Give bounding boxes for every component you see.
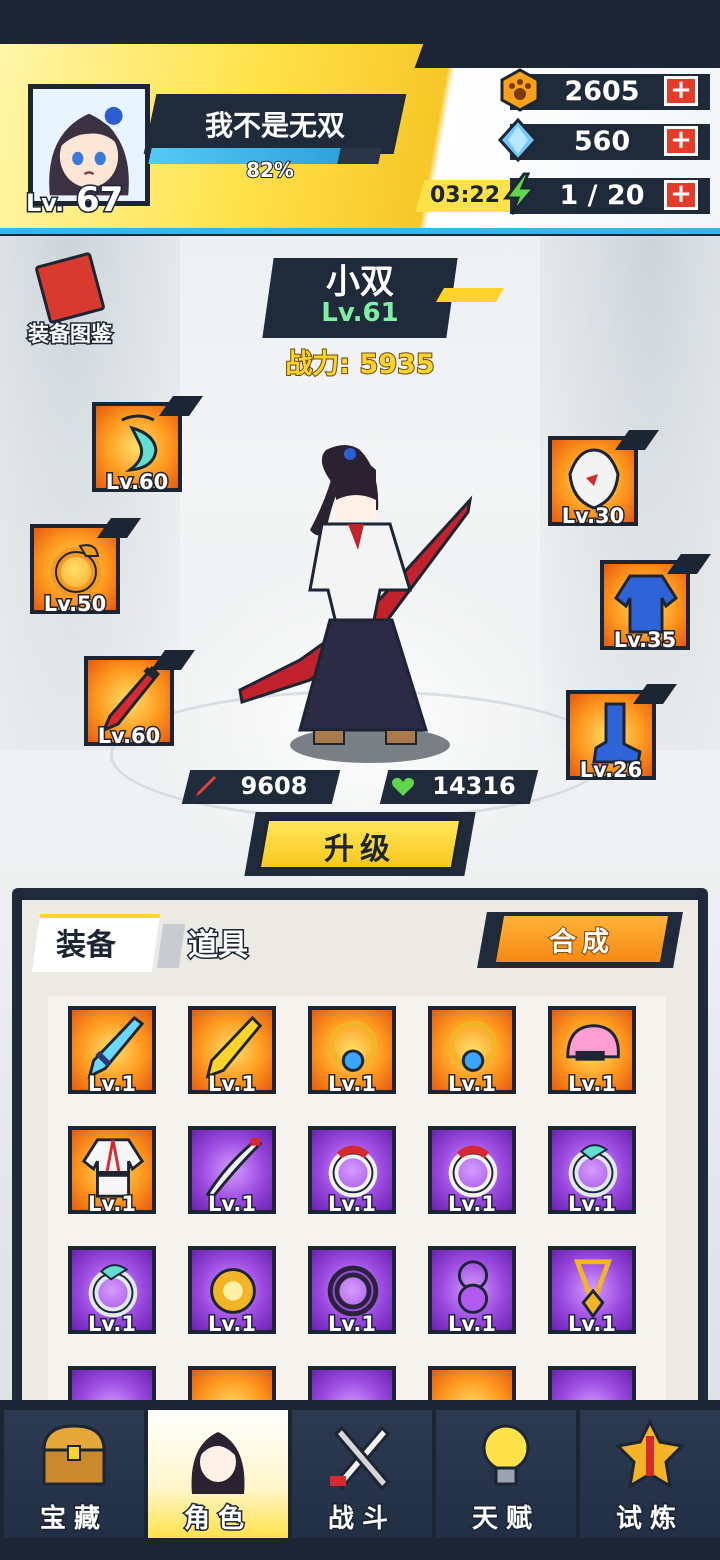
nav-light-bulb[interactable]: 天赋 — [436, 1410, 576, 1538]
nav-character[interactable]: 角色 — [148, 1410, 288, 1538]
energy-timer: 03:22 — [430, 183, 501, 208]
tab-items[interactable]: 道具 — [187, 920, 250, 965]
inventory-slot-level: Lv.1 — [567, 1191, 618, 1218]
combat-power-label: 战力: — [284, 348, 351, 381]
inventory-slot[interactable]: Lv.1 — [68, 1006, 156, 1098]
inventory-slot-level: Lv.1 — [207, 1191, 258, 1218]
inventory-slot-level: Lv.1 — [447, 1311, 498, 1338]
add-diamond-button[interactable]: + — [664, 126, 698, 156]
upgrade-button-label: 升级 — [324, 832, 396, 867]
codex-book-icon — [34, 251, 106, 325]
inventory-slot[interactable]: Lv.1 — [308, 1246, 396, 1338]
nav-label: 角色 — [182, 1503, 252, 1536]
tab-equipment-label: 装备 — [56, 928, 116, 963]
inventory-slot-level: Lv.1 — [207, 1071, 258, 1098]
add-paw-coin-button[interactable]: + — [664, 76, 698, 106]
equipped-armor-slot[interactable]: Lv.35 — [600, 554, 712, 654]
inventory-slot-level: Lv.1 — [447, 1071, 498, 1098]
character-icon — [191, 1432, 245, 1494]
inventory-grid[interactable]: Lv.1 Lv.1 Lv.1 Lv.1 Lv.1 Lv.1 Lv.1 Lv.1 Lv.1 Lv.1… — [48, 996, 666, 1416]
codex-label: 装备图鉴 — [27, 321, 114, 348]
inventory-slot[interactable]: Lv.1 — [548, 1246, 636, 1338]
lightning-icon — [503, 172, 538, 215]
combat-power-value: 5935 — [359, 348, 436, 381]
equipment-codex-button[interactable]: 装备图鉴 — [20, 251, 120, 348]
inventory-slot[interactable]: Lv.1 — [68, 1246, 156, 1338]
player-level: Lv. 67 — [24, 179, 124, 222]
header-accent — [414, 38, 720, 68]
inventory-slot[interactable]: Lv.1 — [188, 1006, 276, 1098]
inventory-slot-level: Lv.1 — [87, 1311, 138, 1338]
equipped-helmet-slot[interactable]: Lv.30 — [548, 430, 660, 530]
inventory-slot[interactable]: Lv.1 — [548, 1006, 636, 1098]
player-level-number: 67 — [74, 179, 124, 222]
hero-level: Lv.61 — [321, 298, 399, 328]
nav-label: 试炼 — [614, 1503, 684, 1536]
equipped-weapon-slot[interactable]: Lv.60 — [84, 650, 196, 750]
inventory-slot-level: Lv.1 — [327, 1071, 378, 1098]
player-name: 我不是无双 — [204, 109, 345, 142]
slot-level: Lv.30 — [560, 503, 626, 530]
nav-treasure-chest[interactable]: 宝藏 — [4, 1410, 144, 1538]
inventory-slot-level: Lv.1 — [567, 1071, 618, 1098]
add-energy-button[interactable]: + — [664, 180, 698, 210]
equipped-necklace-slot[interactable]: Lv.60 — [92, 396, 204, 496]
slot-level: Lv.35 — [612, 627, 678, 654]
inventory-slot[interactable]: Lv.1 — [428, 1126, 516, 1218]
nav-label: 天赋 — [470, 1503, 540, 1536]
nav-label: 宝藏 — [38, 1503, 108, 1536]
inventory-slot[interactable]: Lv.1 — [188, 1126, 276, 1218]
hero-character[interactable] — [230, 440, 490, 770]
inventory-slot-level: Lv.1 — [447, 1191, 498, 1218]
inventory-slot-level: Lv.1 — [327, 1311, 378, 1338]
inventory-slot-level: Lv.1 — [567, 1311, 618, 1338]
slot-level: Lv.50 — [42, 591, 108, 618]
inventory-slot[interactable]: Lv.1 — [308, 1006, 396, 1098]
paw-coin-value: 2605 — [564, 76, 640, 107]
attack-sword-icon — [196, 776, 216, 796]
inventory-slot[interactable]: Lv.1 — [548, 1126, 636, 1218]
inventory-slot[interactable]: Lv.1 — [308, 1126, 396, 1218]
inventory-slot-level: Lv.1 — [207, 1311, 258, 1338]
hero-name: 小双 — [325, 261, 395, 303]
nav-label: 战斗 — [326, 1503, 396, 1536]
trial-emblem-icon — [614, 1418, 686, 1489]
attack-value: 9608 — [240, 772, 308, 800]
exp-percent: 82% — [245, 157, 295, 183]
diamond-value: 560 — [573, 126, 631, 157]
light-bulb-icon — [482, 1424, 530, 1486]
hp-value: 14316 — [432, 772, 516, 800]
inventory-slot[interactable]: Lv.1 — [428, 1246, 516, 1338]
slot-level: Lv.60 — [104, 469, 170, 496]
equipped-boots-slot[interactable]: Lv.26 — [566, 684, 678, 784]
inventory-slot-level: Lv.1 — [87, 1191, 138, 1218]
heart-icon — [392, 777, 414, 796]
inventory-slot-level: Lv.1 — [87, 1071, 138, 1098]
slot-level: Lv.60 — [96, 723, 162, 750]
equipped-ring-slot[interactable]: Lv.50 — [30, 518, 142, 618]
compose-button-label: 合成 — [548, 926, 615, 959]
slot-level: Lv.26 — [578, 757, 644, 784]
combat-power: 战力: 5935 — [270, 342, 450, 381]
diamond-icon — [497, 118, 539, 162]
treasure-chest-icon — [42, 1424, 106, 1486]
nav-crossed-swords[interactable]: 战斗 — [292, 1410, 432, 1538]
inventory-slot-level: Lv.1 — [327, 1191, 378, 1218]
nav-trial-emblem[interactable]: 试炼 — [580, 1410, 720, 1538]
energy-value: 1 / 20 — [559, 180, 645, 211]
crossed-swords-icon — [330, 1425, 391, 1491]
player-level-prefix: Lv. — [24, 188, 65, 219]
inventory-slot[interactable]: Lv.1 — [428, 1006, 516, 1098]
paw-coin-icon — [500, 68, 540, 112]
inventory-slot[interactable]: Lv.1 — [68, 1126, 156, 1218]
inventory-slot[interactable]: Lv.1 — [188, 1246, 276, 1338]
